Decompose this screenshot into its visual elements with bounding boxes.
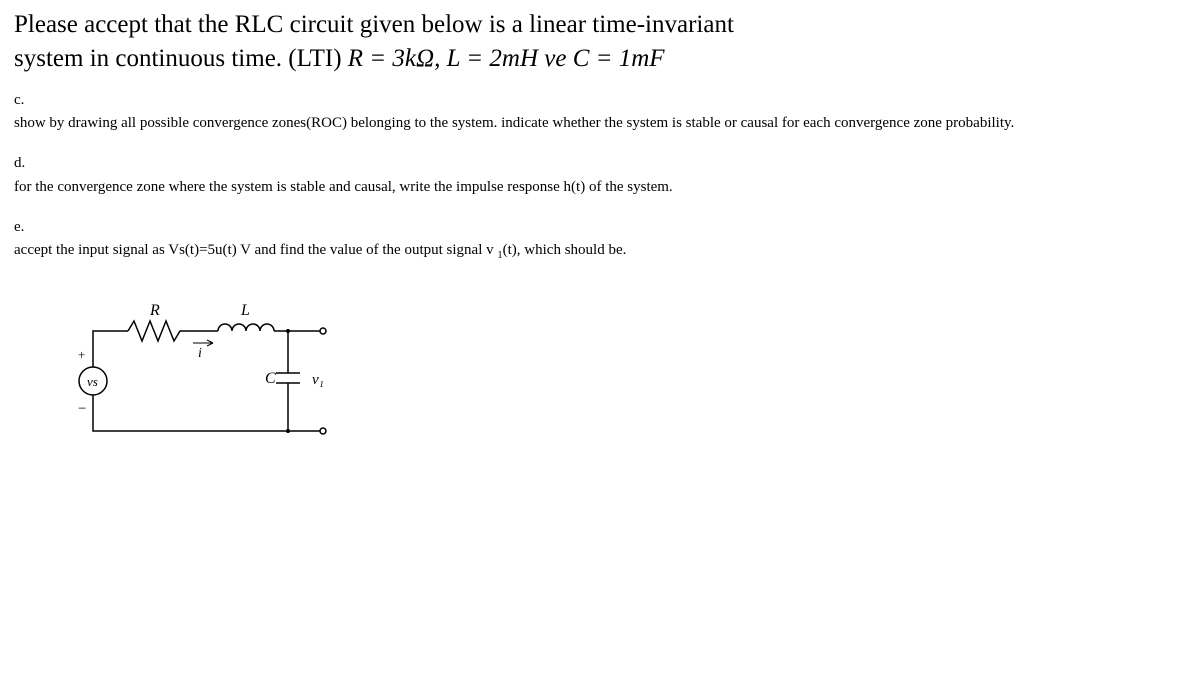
plus-label: +: [78, 347, 85, 362]
inductor-icon: [218, 324, 274, 331]
section-c: c. show by drawing all possible converge…: [14, 90, 1186, 136]
vs-label: vs: [87, 374, 98, 389]
section-d: d. for the convergence zone where the sy…: [14, 153, 1186, 199]
section-c-label: c.: [14, 90, 1186, 112]
resistor-label: R: [149, 302, 160, 319]
output-terminal-bottom-icon: [320, 428, 326, 434]
capacitor-label: C: [265, 370, 276, 387]
intro-text: Please accept that the RLC circuit given…: [14, 8, 1186, 76]
inductor-label: L: [240, 302, 250, 319]
v1-label: v₁: [312, 372, 324, 388]
section-e-text: accept the input signal as Vs(t)=5u(t) V…: [14, 240, 1186, 263]
circuit-svg: + − vs R i L C: [58, 291, 338, 451]
section-d-label: d.: [14, 153, 1186, 175]
intro-params: R = 3kΩ, L = 2mH ve C = 1mF: [348, 45, 665, 72]
intro-line1: Please accept that the RLC circuit given…: [14, 11, 734, 38]
section-e-before: accept the input signal as Vs(t)=5u(t) V…: [14, 242, 497, 258]
section-c-text: show by drawing all possible convergence…: [14, 113, 1186, 135]
section-e-label: e.: [14, 217, 1186, 239]
section-e: e. accept the input signal as Vs(t)=5u(t…: [14, 217, 1186, 264]
resistor-icon: [128, 321, 193, 341]
output-terminal-top-icon: [320, 328, 326, 334]
intro-line2-prefix: system in continuous time. (LTI): [14, 45, 348, 72]
section-d-text: for the convergence zone where the syste…: [14, 177, 1186, 199]
current-label: i: [198, 346, 202, 361]
circuit-diagram: + − vs R i L C: [58, 291, 1186, 456]
minus-label: −: [78, 401, 86, 417]
section-e-after: (t), which should be.: [503, 242, 627, 258]
